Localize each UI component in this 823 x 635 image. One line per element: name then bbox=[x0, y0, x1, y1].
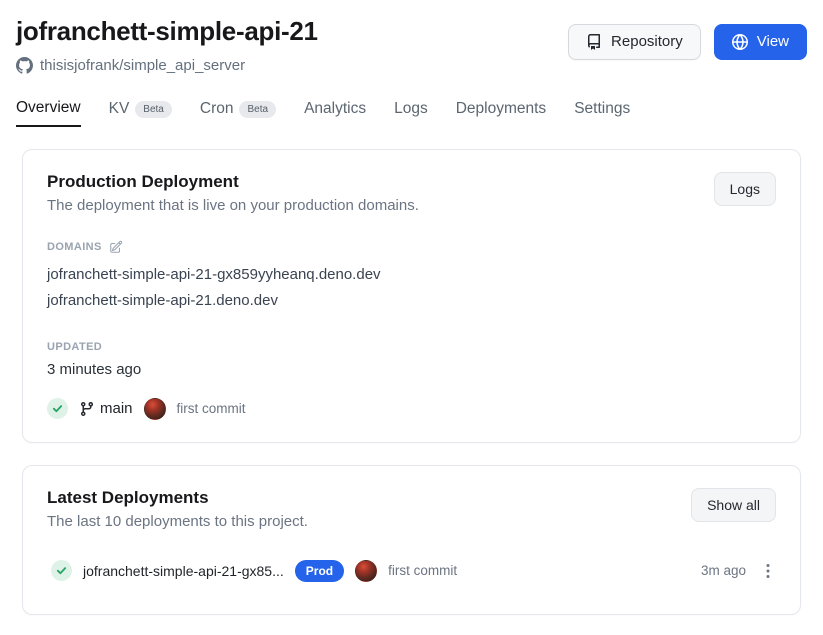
git-branch-icon bbox=[79, 401, 95, 417]
beta-badge: Beta bbox=[135, 101, 172, 118]
commit-message: first commit bbox=[388, 563, 457, 578]
show-all-button[interactable]: Show all bbox=[691, 488, 776, 522]
production-card-title: Production Deployment bbox=[47, 172, 419, 192]
committer-avatar bbox=[144, 398, 166, 420]
tab-analytics[interactable]: Analytics bbox=[304, 99, 366, 127]
commit-message: first commit bbox=[177, 401, 246, 416]
deploy-success-icon bbox=[51, 560, 72, 581]
header-actions: Repository View bbox=[568, 24, 807, 60]
tab-deployments[interactable]: Deployments bbox=[456, 99, 546, 127]
production-card-titles: Production Deployment The deployment tha… bbox=[47, 172, 419, 214]
project-dashboard: jofranchett-simple-api-21 thisisjofrank/… bbox=[0, 0, 823, 635]
tab-label: Logs bbox=[394, 100, 428, 118]
tab-overview[interactable]: Overview bbox=[16, 99, 81, 127]
production-commit-row: main first commit bbox=[47, 398, 776, 420]
tab-label: Deployments bbox=[456, 100, 546, 118]
view-button-label: View bbox=[757, 33, 789, 51]
beta-badge: Beta bbox=[239, 101, 276, 118]
github-icon bbox=[16, 57, 33, 74]
tab-settings[interactable]: Settings bbox=[574, 99, 630, 127]
production-card-header: Production Deployment The deployment tha… bbox=[47, 172, 776, 214]
deployment-link[interactable]: jofranchett-simple-api-21-gx85... bbox=[83, 563, 284, 579]
repository-button[interactable]: Repository bbox=[568, 24, 701, 60]
logs-button[interactable]: Logs bbox=[714, 172, 776, 206]
header: jofranchett-simple-api-21 thisisjofrank/… bbox=[16, 8, 807, 79]
updated-label: UPDATED bbox=[47, 341, 102, 353]
tab-label: Settings bbox=[574, 100, 630, 118]
deployments-card-subtitle: The last 10 deployments to this project. bbox=[47, 513, 308, 530]
header-left: jofranchett-simple-api-21 thisisjofrank/… bbox=[16, 8, 318, 79]
prod-badge: Prod bbox=[295, 560, 344, 582]
domains-label-row: DOMAINS bbox=[47, 240, 776, 254]
globe-icon bbox=[732, 34, 748, 50]
deployments-card-title: Latest Deployments bbox=[47, 488, 308, 508]
github-repo-name: thisisjofrank/simple_api_server bbox=[40, 57, 245, 74]
branch-name: main bbox=[100, 400, 133, 417]
tab-label: KV bbox=[109, 100, 130, 118]
updated-label-row: UPDATED bbox=[47, 341, 776, 353]
tab-label: Overview bbox=[16, 99, 81, 117]
updated-value: 3 minutes ago bbox=[47, 361, 776, 378]
committer-avatar bbox=[355, 560, 377, 582]
domain-link[interactable]: jofranchett-simple-api-21-gx859yyheanq.d… bbox=[47, 262, 776, 288]
project-tabs: Overview KV Beta Cron Beta Analytics Log… bbox=[16, 99, 807, 127]
deployment-row-right: 3m ago bbox=[701, 561, 772, 581]
deployment-row: jofranchett-simple-api-21-gx85... Prod f… bbox=[51, 560, 772, 582]
branch-indicator[interactable]: main bbox=[79, 400, 133, 417]
tab-label: Analytics bbox=[304, 100, 366, 118]
deployment-time: 3m ago bbox=[701, 563, 746, 578]
repo-book-icon bbox=[586, 34, 602, 50]
edit-domains-icon[interactable] bbox=[109, 240, 123, 254]
repository-button-label: Repository bbox=[611, 33, 683, 51]
kebab-menu-icon[interactable] bbox=[764, 561, 772, 581]
domains-label: DOMAINS bbox=[47, 241, 102, 253]
deployments-card-header: Latest Deployments The last 10 deploymen… bbox=[47, 488, 776, 530]
tab-label: Cron bbox=[200, 100, 234, 118]
production-card-subtitle: The deployment that is live on your prod… bbox=[47, 197, 419, 214]
view-button[interactable]: View bbox=[714, 24, 807, 60]
page-title: jofranchett-simple-api-21 bbox=[16, 16, 318, 47]
production-deployment-card: Production Deployment The deployment tha… bbox=[22, 149, 801, 443]
deployments-card-titles: Latest Deployments The last 10 deploymen… bbox=[47, 488, 308, 530]
github-repo-link[interactable]: thisisjofrank/simple_api_server bbox=[16, 57, 245, 74]
latest-deployments-card: Latest Deployments The last 10 deploymen… bbox=[22, 465, 801, 615]
tab-logs[interactable]: Logs bbox=[394, 99, 428, 127]
tab-cron[interactable]: Cron Beta bbox=[200, 99, 276, 127]
domain-link[interactable]: jofranchett-simple-api-21.deno.dev bbox=[47, 288, 776, 314]
deploy-success-icon bbox=[47, 398, 68, 419]
tab-kv[interactable]: KV Beta bbox=[109, 99, 172, 127]
